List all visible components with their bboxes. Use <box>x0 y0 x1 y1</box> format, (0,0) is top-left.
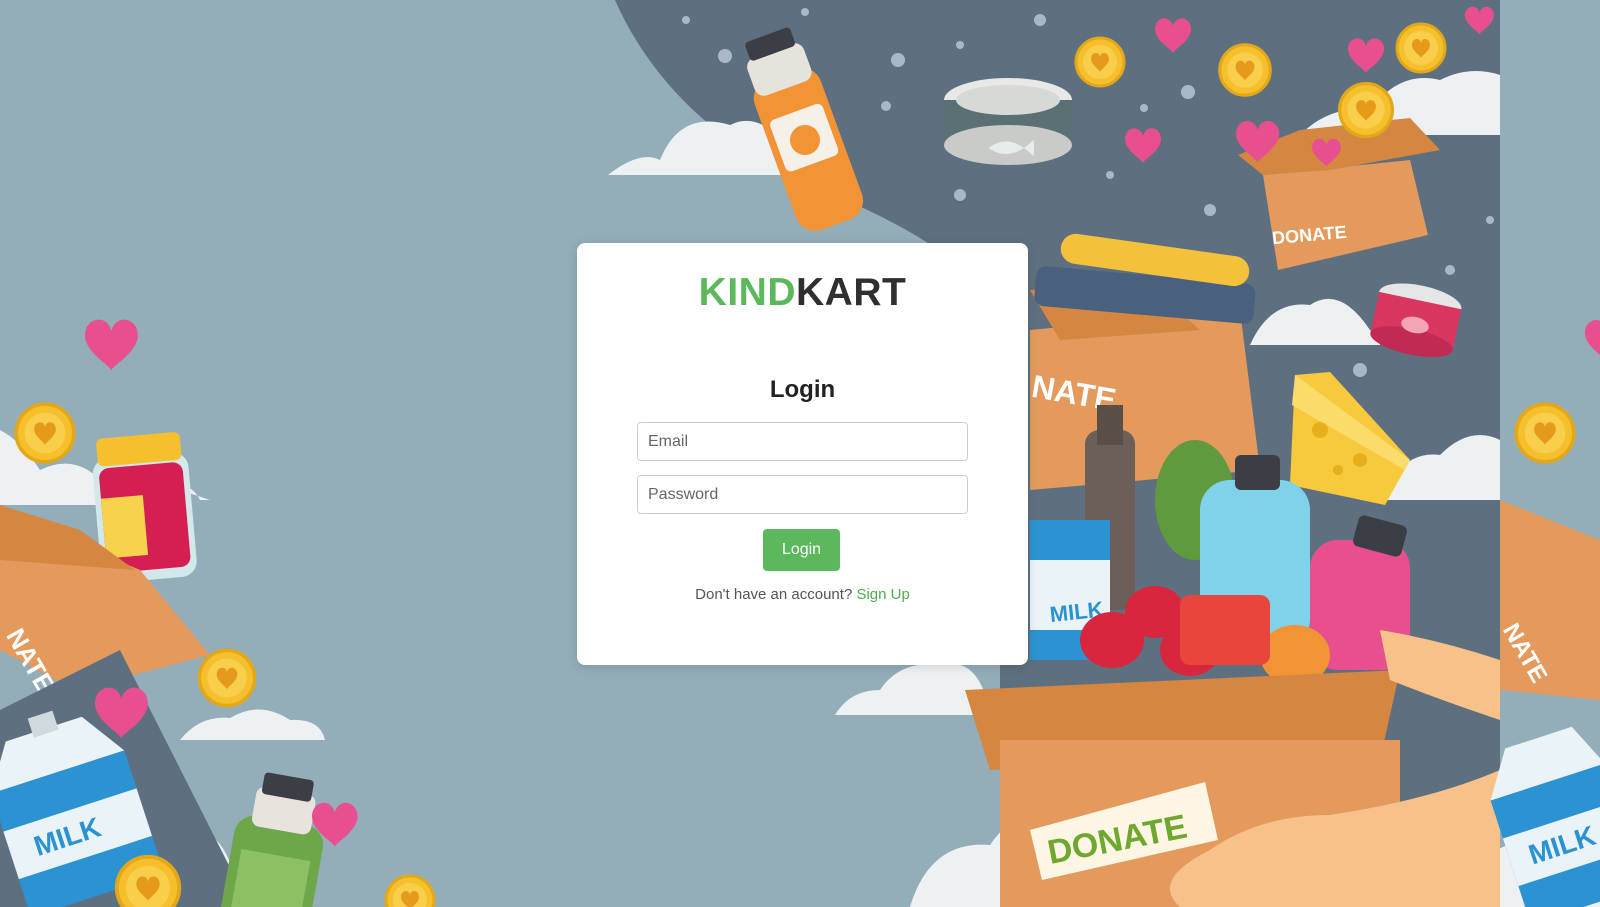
brand-kind: KIND <box>698 271 796 314</box>
password-input[interactable] <box>637 475 968 514</box>
signup-link[interactable]: Sign Up <box>856 586 909 603</box>
login-button[interactable]: Login <box>763 529 840 571</box>
login-card: KINDKART Login Login Don't have an accou… <box>577 243 1028 665</box>
signup-prompt-text: Don't have an account? <box>695 586 853 603</box>
email-input[interactable] <box>637 422 968 461</box>
brand-kart: KART <box>796 271 907 314</box>
login-title: Login <box>769 376 836 403</box>
brand-logo: KINDKART <box>577 273 1028 312</box>
signup-prompt: Don't have an account? Sign Up <box>577 586 1028 603</box>
